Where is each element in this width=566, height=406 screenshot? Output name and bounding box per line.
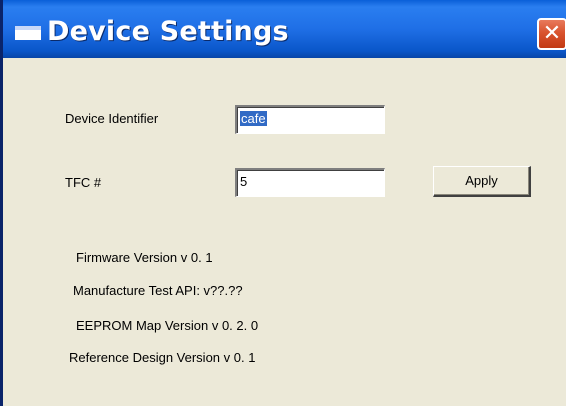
manufacture-test-api-text: Manufacture Test API: v??.??: [73, 283, 243, 298]
eeprom-map-version-text: EEPROM Map Version v 0. 2. 0: [76, 318, 259, 333]
close-button[interactable]: ✕: [537, 18, 566, 50]
title-bar[interactable]: Device Settings ✕: [3, 0, 566, 58]
reference-design-version-text: Reference Design Version v 0. 1: [69, 350, 256, 365]
device-identifier-field[interactable]: cafe: [235, 105, 385, 134]
apply-button[interactable]: Apply: [433, 166, 531, 197]
tfc-label: TFC #: [65, 175, 102, 190]
tfc-value: 5: [240, 174, 248, 189]
window-icon: [15, 26, 41, 40]
device-settings-window: Device Settings ✕ Device Identifier cafe…: [0, 0, 566, 406]
tfc-field[interactable]: 5: [235, 168, 385, 197]
window-title: Device Settings: [47, 16, 289, 47]
device-identifier-label: Device Identifier: [65, 111, 159, 126]
firmware-version-text: Firmware Version v 0. 1: [76, 250, 213, 265]
device-identifier-value: cafe: [240, 111, 267, 126]
